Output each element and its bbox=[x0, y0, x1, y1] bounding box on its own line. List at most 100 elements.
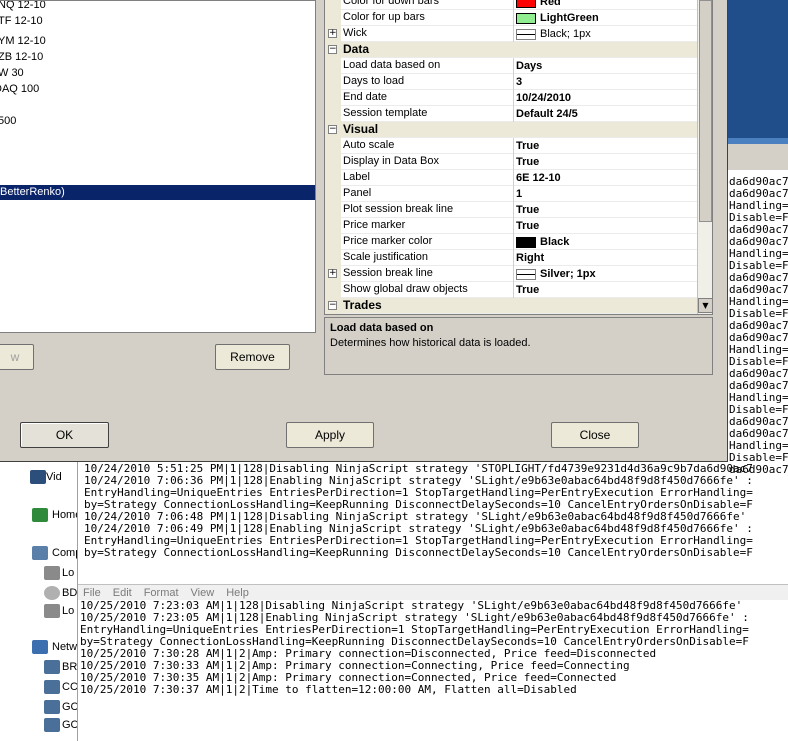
property-name: Price marker bbox=[343, 219, 406, 231]
property-name: Price marker color bbox=[343, 235, 433, 247]
property-name: Label bbox=[343, 171, 370, 183]
scroll-down-arrow-icon[interactable]: ▼ bbox=[698, 298, 712, 313]
property-value[interactable]: Right bbox=[513, 250, 697, 266]
property-value[interactable]: Silver; 1px bbox=[513, 266, 697, 282]
property-value[interactable]: True bbox=[513, 154, 697, 170]
property-value-text: 10/24/2010 bbox=[516, 92, 572, 104]
property-value[interactable]: 10/24/2010 bbox=[513, 90, 697, 106]
menu-file[interactable]: File bbox=[83, 587, 101, 599]
property-row[interactable]: Plot session break line True bbox=[325, 202, 697, 218]
row-gutter bbox=[325, 250, 341, 266]
instrument-item[interactable]: W 30 bbox=[0, 67, 24, 79]
property-row[interactable]: Show global draw objects True bbox=[325, 282, 697, 298]
property-row[interactable]: Panel 1 bbox=[325, 186, 697, 202]
property-row[interactable]: End date 10/24/2010 bbox=[325, 90, 697, 106]
property-name: Panel bbox=[343, 187, 372, 199]
scrollbar-thumb[interactable] bbox=[699, 0, 712, 222]
property-row[interactable]: + Session break line Silver; 1px bbox=[325, 266, 697, 282]
property-row[interactable]: Load data based on Days bbox=[325, 58, 697, 74]
description-text: Determines how historical data is loaded… bbox=[330, 337, 531, 349]
selected-strategy-row[interactable]: BetterRenko) bbox=[0, 185, 315, 200]
property-row[interactable]: Days to load 3 bbox=[325, 74, 697, 90]
collapse-icon[interactable]: − bbox=[328, 301, 337, 310]
property-value[interactable]: Days bbox=[513, 58, 697, 74]
instrument-item[interactable]: 500 bbox=[0, 115, 16, 127]
explorer-item-label[interactable]: Vid bbox=[46, 471, 62, 483]
explorer-item-label[interactable]: Lo bbox=[62, 567, 74, 579]
new-button[interactable]: w bbox=[0, 344, 34, 370]
property-value-text: Red bbox=[540, 0, 561, 8]
instrument-item[interactable]: ZB 12-10 bbox=[0, 51, 43, 63]
disc-icon bbox=[44, 586, 60, 600]
property-category[interactable]: − Data bbox=[325, 42, 697, 58]
property-value[interactable]: Black bbox=[513, 234, 697, 250]
explorer-item-label[interactable]: GC bbox=[62, 719, 77, 731]
row-gutter bbox=[325, 186, 341, 202]
property-category[interactable]: − Trades bbox=[325, 298, 697, 314]
property-value[interactable]: LightGreen bbox=[513, 10, 697, 26]
expand-icon[interactable]: + bbox=[328, 29, 337, 38]
menu-view[interactable]: View bbox=[191, 587, 215, 599]
property-row[interactable]: Display in Data Box True bbox=[325, 154, 697, 170]
explorer-item-label[interactable]: CC bbox=[62, 681, 77, 693]
instrument-item[interactable]: YM 12-10 bbox=[0, 35, 46, 47]
menu-edit[interactable]: Edit bbox=[113, 587, 132, 599]
ok-button[interactable]: OK bbox=[20, 422, 109, 448]
remove-button[interactable]: Remove bbox=[215, 344, 290, 370]
explorer-item-label[interactable]: Lo bbox=[62, 605, 74, 617]
instrument-item[interactable]: DAQ 100 bbox=[0, 83, 39, 95]
expand-icon[interactable]: + bbox=[328, 269, 337, 278]
property-row[interactable]: Auto scale True bbox=[325, 138, 697, 154]
color-swatch bbox=[516, 0, 536, 8]
network-icon bbox=[32, 640, 48, 654]
description-title: Load data based on bbox=[330, 322, 434, 334]
apply-button[interactable]: Apply bbox=[286, 422, 374, 448]
property-grid[interactable]: Color for down bars Red Color for up bars L… bbox=[324, 0, 713, 315]
explorer-item-label[interactable]: GC bbox=[62, 701, 77, 713]
property-row[interactable]: Label 6E 12-10 bbox=[325, 170, 697, 186]
property-value[interactable]: True bbox=[513, 138, 697, 154]
explorer-item-label[interactable]: Netw bbox=[52, 641, 77, 653]
property-value[interactable]: True bbox=[513, 282, 697, 298]
property-value[interactable]: 6E 12-10 bbox=[513, 170, 697, 186]
property-value[interactable]: 3 bbox=[513, 74, 697, 90]
row-gutter bbox=[325, 74, 341, 90]
close-button[interactable]: Close bbox=[551, 422, 639, 448]
property-row[interactable]: Price marker True bbox=[325, 218, 697, 234]
explorer-navigation-pane: Vid Home Comp Lo BD Lo Netw BR CC GC GC bbox=[0, 460, 78, 741]
property-name: Scale justification bbox=[343, 251, 428, 263]
property-category[interactable]: − Visual bbox=[325, 122, 697, 138]
homegroup-icon bbox=[32, 508, 48, 522]
collapse-icon[interactable]: − bbox=[328, 45, 337, 54]
menu-format[interactable]: Format bbox=[144, 587, 179, 599]
property-name: Visual bbox=[343, 122, 379, 136]
explorer-item-label[interactable]: Comp bbox=[52, 547, 77, 559]
property-value[interactable]: Red bbox=[513, 0, 697, 10]
property-name: Display in Data Box bbox=[343, 155, 439, 167]
notepad-menu-bar: File Edit Format View Help bbox=[78, 584, 788, 600]
explorer-item-label[interactable]: BR bbox=[62, 661, 77, 673]
row-gutter bbox=[325, 218, 341, 234]
property-row[interactable]: + Wick Black; 1px bbox=[325, 26, 697, 42]
network-pc-icon bbox=[44, 680, 60, 694]
menu-help[interactable]: Help bbox=[226, 587, 249, 599]
property-value[interactable]: Black; 1px bbox=[513, 26, 697, 42]
property-name: Color for up bars bbox=[343, 11, 425, 23]
property-value[interactable]: True bbox=[513, 202, 697, 218]
property-value[interactable]: Default 24/5 bbox=[513, 106, 697, 122]
property-row[interactable]: Color for up bars LightGreen bbox=[325, 10, 697, 26]
instrument-list[interactable]: NQ 12-10 TF 12-10 YM 12-10 ZB 12-10 W 30 DAQ … bbox=[0, 0, 316, 333]
property-row[interactable]: Scale justification Right bbox=[325, 250, 697, 266]
notepad-text-area[interactable]: 10/25/2010 7:23:03 AM|1|128|Disabling Ni… bbox=[78, 600, 788, 741]
instrument-item[interactable]: NQ 12-10 bbox=[0, 1, 46, 11]
property-row[interactable]: Color for down bars Red bbox=[325, 0, 697, 10]
network-pc-icon bbox=[44, 718, 60, 732]
property-value[interactable]: True bbox=[513, 218, 697, 234]
instrument-item[interactable]: TF 12-10 bbox=[0, 15, 43, 27]
explorer-item-label[interactable]: BD bbox=[62, 587, 77, 599]
collapse-icon[interactable]: − bbox=[328, 125, 337, 134]
explorer-item-label[interactable]: Home bbox=[52, 509, 77, 521]
property-row[interactable]: Session template Default 24/5 bbox=[325, 106, 697, 122]
property-value[interactable]: 1 bbox=[513, 186, 697, 202]
property-row[interactable]: Price marker color Black bbox=[325, 234, 697, 250]
